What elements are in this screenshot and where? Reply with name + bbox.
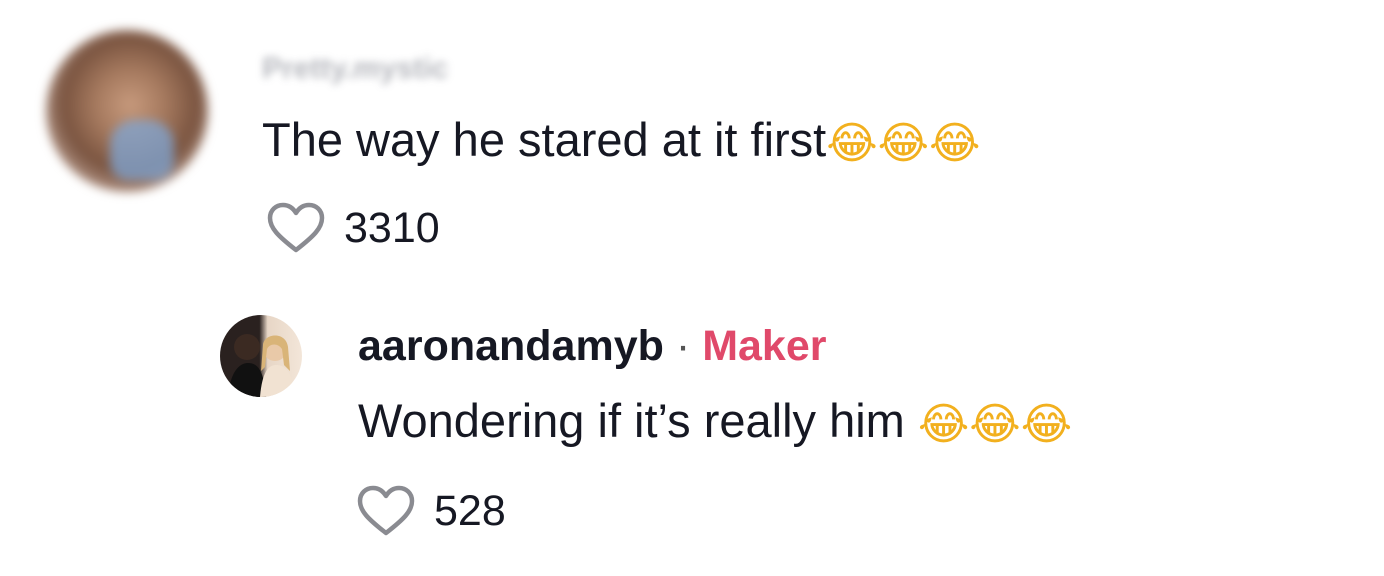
reply-body: Wondering if it’s really him [358,394,918,447]
maker-badge: Maker [702,322,827,370]
like-count: 3310 [344,203,440,252]
comment-thread: Pretty.mystic The way he stared at it fi… [0,0,1384,576]
commenter-avatar[interactable] [46,30,208,192]
commenter-username[interactable]: Pretty.mystic [262,52,448,86]
like-count: 528 [434,486,506,535]
reply-author-line: aaronandamyb · Maker [358,322,827,371]
reply-avatar[interactable] [220,315,302,397]
laughing-emoji-icon: 😂😂😂 [826,118,981,169]
reply-like-row: 528 [356,483,506,539]
heart-outline-icon[interactable] [266,200,326,256]
heart-outline-icon[interactable] [356,483,416,539]
separator-dot: · [675,322,691,370]
comment-body: The way he stared at it first [262,113,827,166]
comment-text: The way he stared at it first😂😂😂 [262,112,980,172]
couple-photo-icon [228,334,296,397]
reply-text: Wondering if it’s really him 😂😂😂 [358,393,1072,453]
comment-like-row: 3310 [266,200,440,256]
reply-username[interactable]: aaronandamyb [358,322,664,370]
laughing-emoji-icon: 😂😂😂 [917,399,1073,450]
